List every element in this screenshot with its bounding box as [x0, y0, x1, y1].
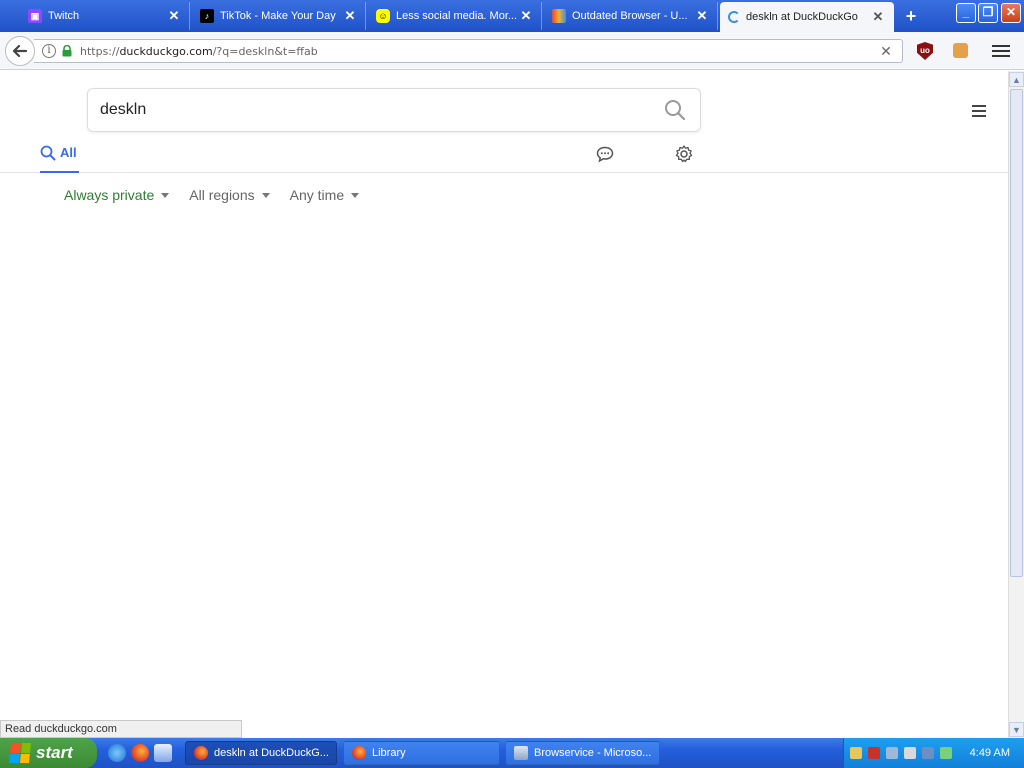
- tab-snapchat[interactable]: ☺ Less social media. Mor... ✕: [368, 2, 542, 30]
- site-menu-icon[interactable]: [972, 105, 986, 117]
- internet-explorer-icon[interactable]: [108, 744, 126, 762]
- tab-tiktok[interactable]: ♪ TikTok - Make Your Day ✕: [192, 2, 366, 30]
- volume-icon[interactable]: [922, 747, 934, 759]
- scroll-down-icon[interactable]: ▼: [1009, 722, 1024, 737]
- tab-title: Twitch: [48, 10, 80, 22]
- update-icon[interactable]: [940, 747, 952, 759]
- tab-twitch[interactable]: ▣ Twitch ✕: [20, 2, 190, 30]
- lock-icon: [62, 44, 72, 57]
- back-button[interactable]: [5, 36, 35, 66]
- network-icon[interactable]: [850, 747, 862, 759]
- firefox-icon: [352, 746, 366, 760]
- time-filter[interactable]: Any time: [289, 187, 360, 203]
- firefox-icon: [194, 746, 208, 760]
- region-label: All regions: [189, 187, 255, 203]
- url-domain: duckduckgo.com: [119, 44, 213, 58]
- close-icon[interactable]: ✕: [167, 8, 181, 24]
- start-label: start: [36, 743, 73, 762]
- chevron-down-icon: [261, 192, 270, 198]
- tab-title: deskln at DuckDuckGo: [746, 11, 858, 23]
- results-tabs: All: [0, 141, 1008, 173]
- page-content: deskln All Always private All regions An…: [0, 71, 1008, 719]
- navigation-bar: i https://duckduckgo.com/?q=deskln&t=ffa…: [0, 32, 1024, 70]
- connection-icon[interactable]: [886, 747, 898, 759]
- clock: 4:49 AM: [969, 747, 1010, 759]
- search-icon[interactable]: [664, 99, 686, 121]
- tab-outdated-browser[interactable]: Outdated Browser - U... ✕: [544, 2, 718, 30]
- url-path: /?q=deskln&t=ffab: [212, 44, 318, 58]
- url-prefix: https://: [80, 44, 120, 58]
- back-arrow-icon: [12, 44, 28, 58]
- safe-search-label: Always private: [64, 187, 155, 203]
- url-bar[interactable]: i https://duckduckgo.com/?q=deskln&t=ffa…: [34, 39, 903, 63]
- taskbar-item-label: Browservice - Microso...: [534, 747, 652, 759]
- restore-button[interactable]: ❐: [978, 3, 998, 23]
- taskbar: start deskln at DuckDuckG... Library Bro…: [0, 738, 1024, 768]
- extension-icon[interactable]: [953, 43, 968, 58]
- tab-duckduckgo[interactable]: deskln at DuckDuckGo ✕: [720, 2, 894, 32]
- ublock-origin-icon[interactable]: uo: [917, 42, 933, 60]
- tab-strip: ▣ Twitch ✕ ♪ TikTok - Make Your Day ✕ ☺ …: [0, 0, 1024, 32]
- close-window-button[interactable]: ✕: [1001, 3, 1021, 23]
- time-label: Any time: [289, 187, 345, 203]
- tab-all-label: All: [60, 145, 77, 160]
- chevron-down-icon: [161, 192, 170, 198]
- url-text[interactable]: https://duckduckgo.com/?q=deskln&t=ffab: [80, 45, 876, 58]
- gear-icon[interactable]: [675, 145, 693, 166]
- taskbar-item-label: deskln at DuckDuckG...: [214, 747, 329, 759]
- search-icon: [40, 145, 56, 161]
- show-desktop-icon[interactable]: [154, 744, 172, 762]
- scroll-up-icon[interactable]: ▲: [1009, 72, 1024, 87]
- firefox-icon[interactable]: [131, 744, 149, 762]
- minimize-icon: _: [962, 5, 970, 19]
- info-icon[interactable]: i: [42, 44, 56, 58]
- vertical-scrollbar[interactable]: ▲ ▼: [1008, 71, 1024, 738]
- minimize-button[interactable]: _: [956, 3, 976, 23]
- twitch-icon: ▣: [28, 9, 42, 23]
- loading-spinner-icon: [728, 11, 740, 23]
- tab-title: Outdated Browser - U...: [572, 10, 688, 22]
- status-text: Read duckduckgo.com: [0, 720, 242, 738]
- tiktok-icon: ♪: [200, 9, 214, 23]
- close-icon[interactable]: ✕: [343, 8, 357, 24]
- close-icon[interactable]: ✕: [695, 8, 709, 24]
- restore-icon: ❐: [982, 5, 994, 19]
- region-filter[interactable]: All regions: [189, 187, 270, 203]
- monitor-icon[interactable]: [904, 747, 916, 759]
- taskbar-item-duckduckgo[interactable]: deskln at DuckDuckG...: [185, 741, 337, 765]
- new-tab-button[interactable]: +: [900, 6, 922, 26]
- chat-icon[interactable]: [596, 146, 614, 166]
- system-tray: 4:49 AM: [843, 738, 1024, 768]
- scroll-thumb[interactable]: [1010, 89, 1023, 577]
- close-icon: ✕: [1005, 5, 1017, 19]
- tab-title: Less social media. Mor...: [396, 10, 518, 22]
- clear-url-icon[interactable]: ✕: [876, 43, 896, 60]
- search-filters: Always private All regions Any time: [64, 187, 360, 203]
- chevron-down-icon: [351, 192, 360, 198]
- taskbar-item-browservice[interactable]: Browservice - Microso...: [505, 741, 660, 765]
- taskbar-item-label: Library: [372, 747, 406, 759]
- safe-search-filter[interactable]: Always private: [64, 187, 170, 203]
- snapchat-icon: ☺: [376, 9, 390, 23]
- app-window-icon: [514, 746, 528, 760]
- search-input[interactable]: deskln: [100, 101, 664, 119]
- outdated-browser-icon: [552, 9, 566, 23]
- close-icon[interactable]: ✕: [871, 9, 885, 25]
- taskbar-item-library[interactable]: Library: [343, 741, 500, 765]
- security-shield-icon[interactable]: [868, 747, 880, 759]
- start-button[interactable]: start: [0, 738, 97, 768]
- browser-menu-button[interactable]: [992, 42, 1010, 60]
- close-icon[interactable]: ✕: [519, 8, 533, 24]
- tab-all[interactable]: All: [40, 145, 79, 173]
- search-box[interactable]: deskln: [87, 88, 701, 132]
- tab-title: TikTok - Make Your Day: [220, 10, 336, 22]
- windows-logo-icon: [8, 743, 32, 763]
